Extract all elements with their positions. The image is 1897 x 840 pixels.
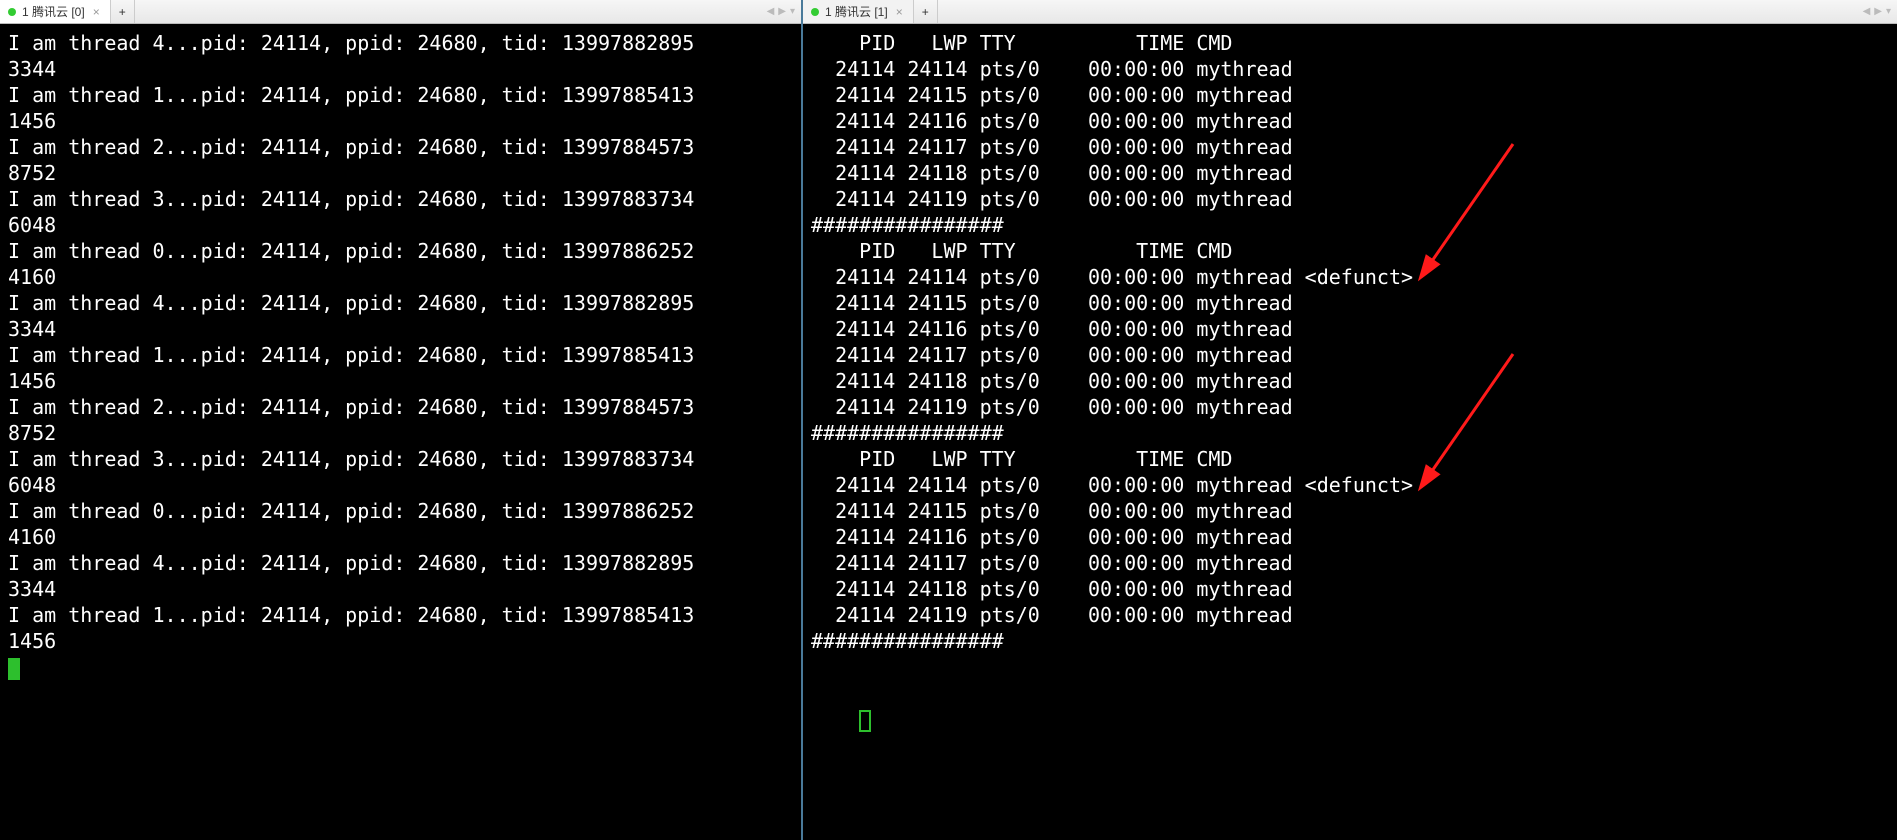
close-icon[interactable]: × — [894, 5, 905, 19]
plus-icon: + — [119, 5, 126, 19]
tab-label: 1 腾讯云 [0] — [22, 3, 85, 20]
add-tab-button[interactable]: + — [914, 0, 938, 23]
terminal-pane-left: 1 腾讯云 [0] × + ◀ ▶ ▾ I am thread 4...pid:… — [0, 0, 803, 840]
tab-menu-icon[interactable]: ▾ — [1886, 6, 1891, 17]
cursor-icon — [859, 710, 871, 732]
tab-prev-icon[interactable]: ◀ — [1863, 6, 1871, 17]
status-dot-icon — [8, 8, 16, 16]
tab-label: 1 腾讯云 [1] — [825, 3, 888, 20]
tabbar-controls-right: ◀ ▶ ▾ — [1857, 0, 1897, 23]
tabbar-left: 1 腾讯云 [0] × + ◀ ▶ ▾ — [0, 0, 801, 24]
terminal-output-right[interactable]: PID LWP TTY TIME CMD 24114 24114 pts/0 0… — [803, 24, 1897, 840]
cursor-icon — [8, 658, 20, 680]
tab-menu-icon[interactable]: ▾ — [790, 6, 795, 17]
tab-next-icon[interactable]: ▶ — [1874, 6, 1882, 17]
annotation-arrow-icon — [1403, 344, 1523, 504]
tab-prev-icon[interactable]: ◀ — [767, 6, 775, 17]
tabbar-right: 1 腾讯云 [1] × + ◀ ▶ ▾ — [803, 0, 1897, 24]
terminal-pane-right: 1 腾讯云 [1] × + ◀ ▶ ▾ PID LWP TTY TIME CMD… — [803, 0, 1897, 840]
tab-next-icon[interactable]: ▶ — [778, 6, 786, 17]
tab-tencent-cloud-0[interactable]: 1 腾讯云 [0] × — [0, 0, 111, 23]
status-dot-icon — [811, 8, 819, 16]
add-tab-button[interactable]: + — [111, 0, 135, 23]
tabbar-controls-left: ◀ ▶ ▾ — [761, 0, 801, 23]
terminal-output-left[interactable]: I am thread 4...pid: 24114, ppid: 24680,… — [0, 24, 801, 840]
tab-tencent-cloud-1[interactable]: 1 腾讯云 [1] × — [803, 0, 914, 23]
annotation-arrow-icon — [1403, 134, 1523, 294]
plus-icon: + — [922, 5, 929, 19]
close-icon[interactable]: × — [91, 5, 102, 19]
